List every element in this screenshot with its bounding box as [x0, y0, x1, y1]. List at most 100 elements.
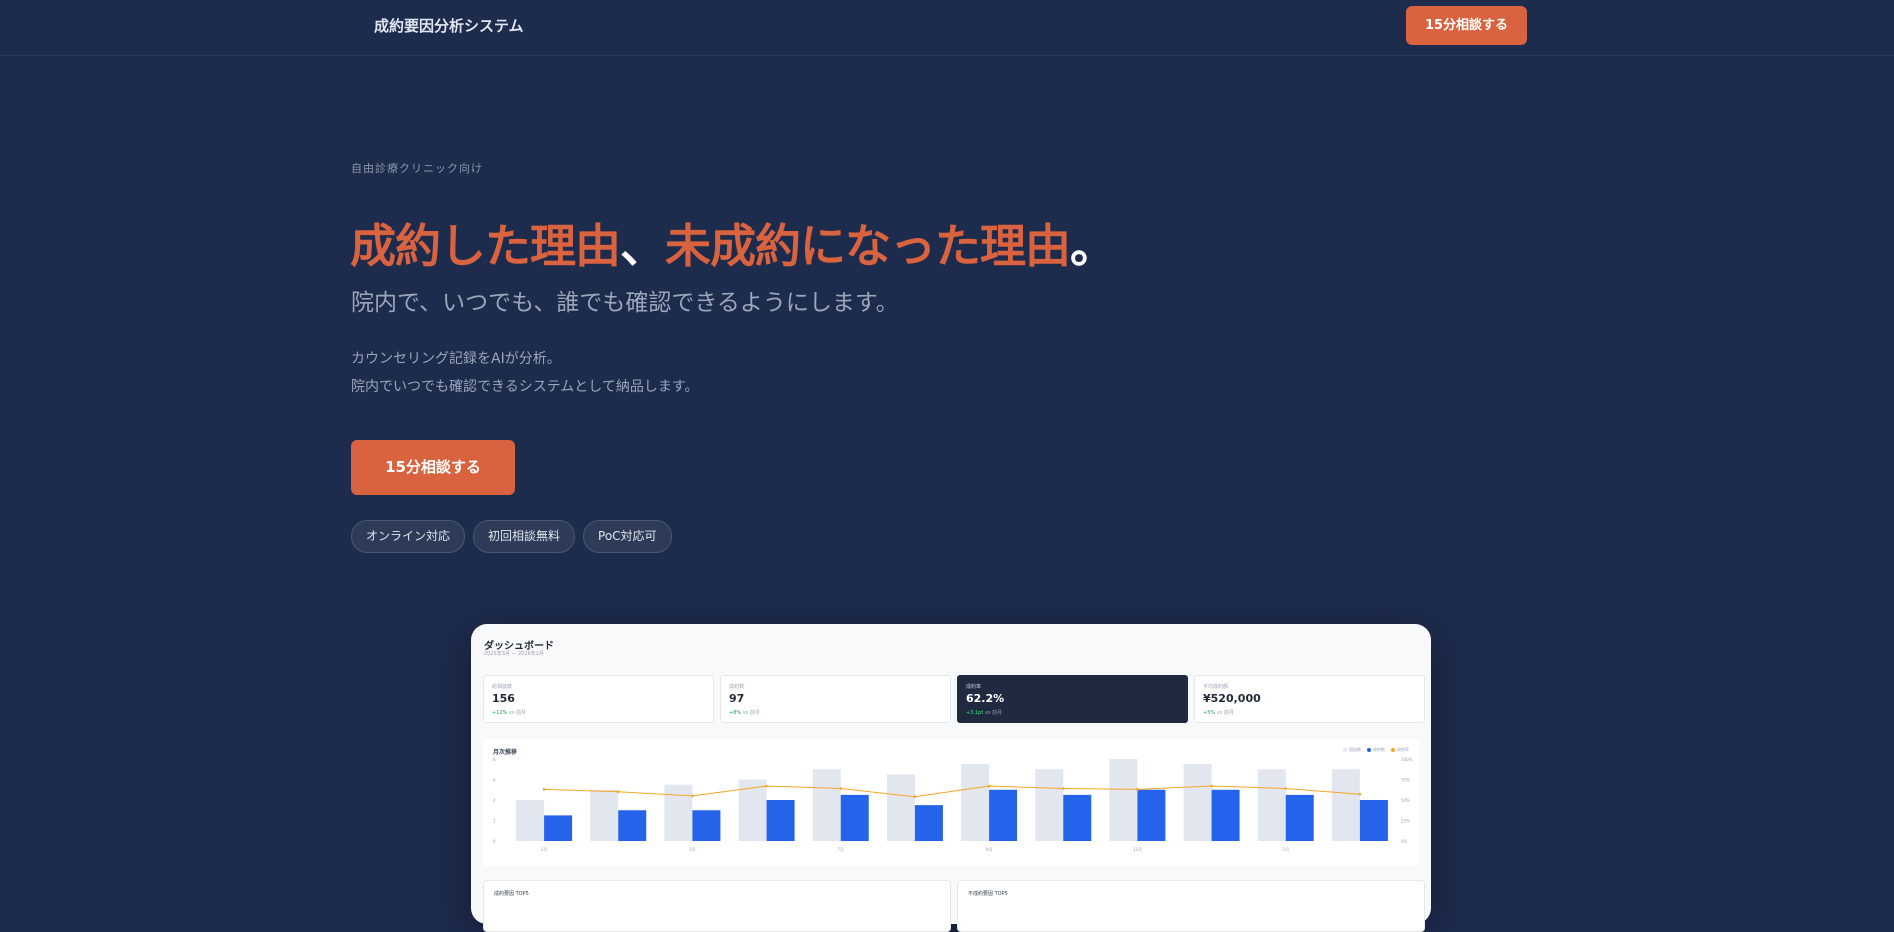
legend-swatch [1367, 748, 1371, 752]
bar-consultations [1257, 769, 1286, 841]
bar-consultations [812, 769, 841, 841]
chart-title: 月次推移 [493, 749, 518, 756]
bar-closed [1137, 789, 1166, 841]
brand-name[interactable]: 成約要因分析システム [374, 15, 524, 36]
bar-consultations [1109, 759, 1138, 841]
headline-part2: 未成約になった理由 [665, 219, 1071, 273]
kpi-label: 成約数 [729, 684, 745, 690]
y2-tick-label: 25% [1401, 819, 1410, 824]
chip-poc: PoC対応可 [583, 520, 672, 553]
bar-closed [1063, 794, 1092, 841]
kpi-delta-value: +3.1pt [966, 710, 984, 716]
kpi-value: ¥520,000 [1203, 692, 1261, 705]
bar-closed [692, 810, 721, 841]
kpi-delta: +8% vs 前月 [729, 709, 760, 716]
y2-tick-label: 75% [1401, 778, 1410, 783]
kpi-label: 成約率 [966, 684, 982, 690]
close-rate-point [765, 784, 768, 788]
top-nav: 成約要因分析システム 15分相談する [0, 0, 1894, 56]
close-rate-point [1061, 787, 1065, 790]
bar-closed [914, 805, 943, 841]
legend-swatch [1391, 748, 1395, 752]
bar-consultations [1035, 769, 1064, 841]
kpi-delta: +3.1pt vs 前月 [966, 709, 1002, 716]
bar-consultations [1183, 764, 1212, 841]
kpi-label: 総相談数 [492, 684, 513, 690]
hero-subheadline: 院内で、いつでも、誰でも確認できるようにします。 [351, 290, 899, 316]
kpi-card-close-rate: 成約率 62.2% +3.1pt vs 前月 [957, 675, 1188, 723]
chip-free-consult: 初回相談無料 [473, 520, 576, 553]
bar-closed [618, 810, 647, 841]
bar-consultations [664, 784, 693, 841]
description-line-1: カウンセリング記録をAIが分析。 [351, 351, 561, 367]
failure-factors-title: 不成約要因 TOP5 [968, 891, 1008, 897]
monthly-chart: 0 2 4 6 8 0% 25% 50% 75% 100% 3月 5月 7月 9月 11月 1月 [493, 757, 1413, 852]
close-rate-point [542, 788, 546, 791]
kpi-card-consultations: 総相談数 156 +12% vs 前月 [483, 675, 714, 723]
kpi-delta-value: +5% [1203, 710, 1216, 716]
y-tick-label: 6 [493, 778, 496, 783]
hero-description: カウンセリング記録をAIが分析。 院内でいつでも確認できるシステムとして納品しま… [351, 345, 698, 401]
bar-closed [544, 815, 573, 841]
kpi-delta: +5% vs 前月 [1203, 709, 1234, 716]
y2-tick-label: 0% [1401, 839, 1408, 844]
y-tick-label: 8 [493, 757, 496, 762]
kpi-value: 97 [729, 692, 745, 705]
nav-consult-button[interactable]: 15分相談する [1406, 6, 1527, 45]
chart-legend: 相談数 成約数 成約率 [1343, 747, 1409, 753]
close-rate-point [987, 784, 991, 788]
bar-consultations [1331, 769, 1360, 841]
headline-end: 。 [1070, 219, 1116, 273]
hero-consult-button[interactable]: 15分相談する [351, 440, 515, 495]
bar-closed [1211, 789, 1240, 841]
close-rate-point [913, 795, 917, 799]
success-factors-card: 成約要因 TOP5 [483, 880, 951, 932]
kpi-delta: +12% vs 前月 [492, 709, 526, 716]
kpi-delta-suffix: vs 前月 [1216, 710, 1234, 716]
chip-online: オンライン対応 [351, 520, 466, 553]
kpi-label: 平均成約額 [1203, 684, 1229, 690]
bar-consultations [961, 764, 990, 841]
bar-closed [766, 800, 795, 841]
y-tick-label: 4 [493, 798, 496, 803]
success-factors-title: 成約要因 TOP5 [494, 891, 529, 897]
dashboard-preview: ダッシュボード 2025年3月 — 2026年2月 総相談数 156 +12% … [471, 624, 1431, 932]
x-tick-label: 9月 [986, 847, 993, 852]
legend-swatch [1343, 748, 1347, 752]
x-tick-label: 3月 [541, 847, 548, 852]
feature-chips: オンライン対応 初回相談無料 PoC対応可 [351, 520, 672, 553]
bar-closed [1359, 800, 1388, 841]
legend-label: 相談数 [1349, 747, 1361, 752]
legend-rate: 成約率 [1391, 747, 1409, 753]
legend-label: 成約率 [1397, 747, 1409, 752]
close-rate-point [616, 790, 620, 794]
y-tick-label: 0 [493, 839, 496, 844]
bar-consultations [516, 800, 545, 841]
monthly-chart-card: 0 2 4 6 8 0% 25% 50% 75% 100% 3月 5月 7月 9月 11月 1月 月次推移 相… [483, 739, 1419, 866]
dashboard-period: 2025年3月 — 2026年2月 [484, 651, 544, 657]
x-tick-label: 5月 [689, 847, 696, 852]
hero-headline: 成約した理由、未成約になった理由。 [350, 210, 1116, 276]
kpi-card-avg-amount: 平均成約額 ¥520,000 +5% vs 前月 [1194, 675, 1425, 723]
bar-closed [1285, 794, 1314, 841]
kpi-delta-suffix: vs 前月 [984, 710, 1003, 716]
headline-separator: 、 [620, 219, 666, 273]
failure-factors-card: 不成約要因 TOP5 [957, 880, 1425, 932]
x-tick-label: 7月 [837, 847, 844, 852]
hero-eyebrow: 自由診療クリニック向け [351, 162, 483, 175]
description-line-2: 院内でいつでも確認できるシステムとして納品します。 [351, 379, 699, 395]
close-rate-point [1210, 784, 1213, 788]
legend-consult: 相談数 [1343, 747, 1361, 753]
kpi-delta-suffix: vs 前月 [508, 710, 527, 716]
legend-label: 成約数 [1373, 747, 1385, 752]
kpi-value: 156 [492, 692, 515, 705]
x-tick-label: 1月 [1282, 847, 1289, 852]
kpi-delta-value: +8% [729, 710, 742, 716]
kpi-value: 62.2% [966, 692, 1005, 705]
x-tick-label: 11月 [1133, 847, 1142, 852]
legend-closed: 成約数 [1367, 747, 1385, 753]
headline-part1: 成約した理由 [350, 219, 621, 273]
kpi-delta-value: +12% [492, 710, 508, 716]
bar-closed [840, 794, 869, 841]
close-rate-point [1136, 788, 1139, 791]
